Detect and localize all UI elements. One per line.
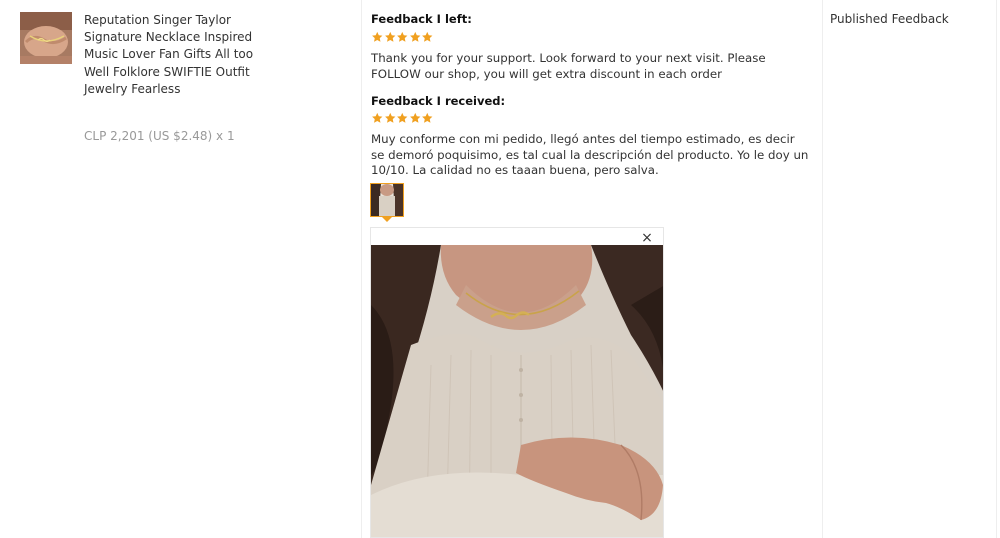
review-photo-thumbnail[interactable]	[370, 183, 404, 217]
star-icon	[384, 112, 395, 123]
star-icon	[372, 112, 383, 123]
star-icon	[372, 31, 383, 42]
thumbnail-pointer	[382, 217, 392, 222]
feedback-left-text: Thank you for your support. Look forward…	[371, 51, 766, 81]
feedback-received-rating	[371, 112, 434, 126]
feedback-received-heading: Feedback I received:	[371, 94, 506, 108]
necklace-hand-photo-icon	[20, 12, 72, 64]
column-divider	[996, 0, 997, 538]
product-price: CLP 2,201 (US $2.48) x 1	[84, 129, 235, 143]
column-divider	[822, 0, 823, 538]
close-icon[interactable]: ×	[640, 231, 654, 245]
published-feedback-status: Published Feedback	[830, 12, 949, 26]
feedback-left-rating	[371, 31, 434, 45]
product-title[interactable]: Reputation Singer Taylor Signature Neckl…	[84, 12, 264, 98]
star-icon	[409, 31, 420, 42]
product-thumbnail[interactable]	[20, 12, 72, 64]
review-photo-large	[371, 245, 663, 537]
review-photo-icon	[371, 184, 403, 216]
star-icon	[422, 112, 433, 123]
feedback-row: Reputation Singer Taylor Signature Neckl…	[0, 0, 1000, 538]
column-divider	[361, 0, 362, 538]
star-icon	[397, 112, 408, 123]
star-icon	[422, 31, 433, 42]
star-icon	[409, 112, 420, 123]
star-icon	[397, 31, 408, 42]
review-photo-viewer: ×	[370, 227, 664, 538]
feedback-left-heading: Feedback I left:	[371, 12, 472, 26]
feedback-received-text: Muy conforme con mi pedido, llegó antes …	[371, 132, 809, 177]
star-icon	[384, 31, 395, 42]
